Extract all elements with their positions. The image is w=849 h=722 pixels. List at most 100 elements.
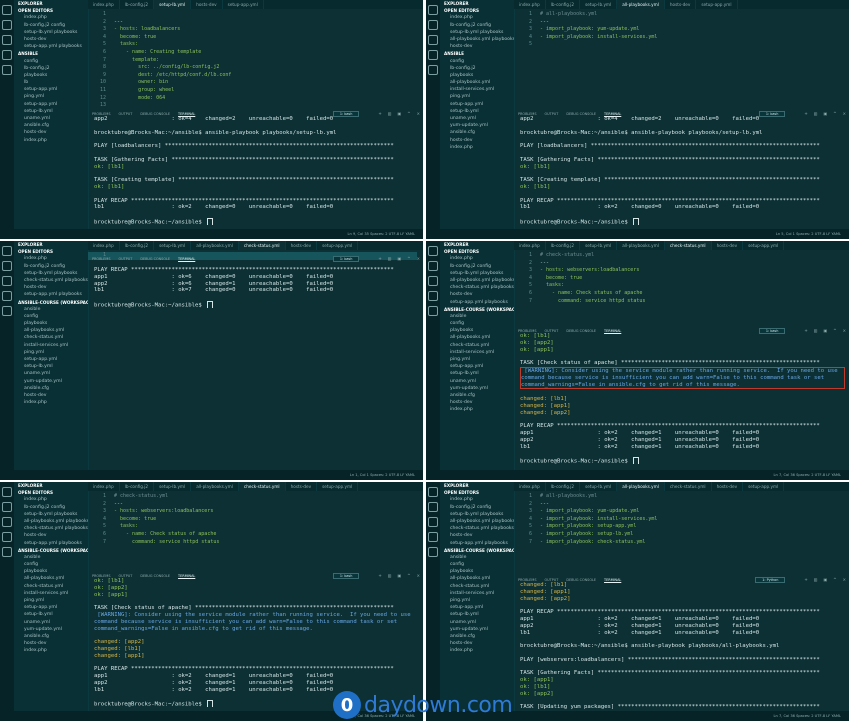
panel-tab-problems[interactable]: PROBLEMS bbox=[514, 578, 541, 582]
sidebar-file-item[interactable]: uname.yml bbox=[440, 619, 514, 626]
sidebar-file-item[interactable]: index.php bbox=[440, 496, 514, 503]
editor-tab[interactable]: setup-lb.yml bbox=[580, 241, 618, 250]
sidebar-file-item[interactable]: playbooks bbox=[14, 320, 88, 327]
files-icon[interactable] bbox=[428, 5, 438, 15]
editor-tab[interactable]: setup-app.yml bbox=[317, 482, 359, 491]
extensions-icon[interactable] bbox=[428, 547, 438, 557]
sidebar-file-item[interactable]: ansible bbox=[440, 313, 514, 320]
terminal-output[interactable]: ok: [lb1] ok: [app2] ok: [app1] TASK [Check… bbox=[520, 333, 845, 465]
sidebar-file-item[interactable]: all-playbooks.yml playbooks bbox=[440, 518, 514, 525]
sidebar-file-item[interactable]: check-status.yml playbooks bbox=[440, 525, 514, 532]
terminal-output[interactable]: PLAY RECAP *****************************… bbox=[94, 267, 419, 308]
sidebar-file-item[interactable]: check-status.yml bbox=[440, 583, 514, 590]
panel-tab-problems[interactable]: PROBLEMS bbox=[514, 112, 541, 116]
editor-tab[interactable]: all-playbooks.yml bbox=[617, 482, 665, 491]
editor-tab[interactable]: check-status.yml bbox=[238, 241, 286, 250]
sidebar-file-item[interactable]: all-playbooks.yml bbox=[440, 575, 514, 582]
sidebar-file-item[interactable]: hosts-dev bbox=[440, 640, 514, 647]
sidebar-file-item[interactable]: ansible.cfg bbox=[14, 385, 88, 392]
sidebar-file-item[interactable]: lb bbox=[14, 79, 88, 86]
sidebar-file-item[interactable]: setup-lb.yml playbooks bbox=[440, 29, 514, 36]
panel-tab-debug-console[interactable]: DEBUG CONSOLE bbox=[562, 112, 600, 116]
sidebar-file-item[interactable]: playbooks bbox=[440, 568, 514, 575]
sidebar-file-item[interactable]: setup-app.yml bbox=[14, 356, 88, 363]
sidebar-file-item[interactable]: index.php bbox=[14, 399, 88, 406]
sidebar-file-item[interactable]: check-status.yml bbox=[440, 342, 514, 349]
editor-tab[interactable]: setup-app.yml bbox=[743, 241, 785, 250]
sidebar-file-item[interactable]: index.php bbox=[14, 14, 88, 21]
sidebar-file-item[interactable]: index.php bbox=[14, 647, 88, 654]
sidebar-file-item[interactable]: setup-app.yml bbox=[440, 101, 514, 108]
panel-tab-terminal[interactable]: TERMINAL bbox=[600, 578, 625, 582]
sidebar-file-item[interactable]: setup-app.yml playbooks bbox=[14, 291, 88, 298]
sidebar-file-item[interactable]: setup-app.yml bbox=[14, 101, 88, 108]
sidebar-file-item[interactable]: index.php bbox=[440, 144, 514, 151]
sidebar-file-item[interactable]: install-services.yml bbox=[14, 590, 88, 597]
sidebar-file-item[interactable]: config bbox=[440, 561, 514, 568]
panel-tab-terminal[interactable]: TERMINAL bbox=[174, 257, 199, 261]
sidebar-file-item[interactable]: install-services.yml bbox=[440, 349, 514, 356]
sidebar-file-item[interactable]: ansible.cfg bbox=[440, 129, 514, 136]
sidebar-file-item[interactable]: hosts-dev bbox=[14, 392, 88, 399]
sidebar-file-item[interactable]: config bbox=[440, 320, 514, 327]
editor-tab[interactable]: index.php bbox=[88, 0, 120, 9]
terminal-output[interactable]: app2 : ok=4 changed=2 unreachable=0 fail… bbox=[520, 116, 845, 225]
sidebar-file-item[interactable]: hosts-dev bbox=[440, 532, 514, 539]
panel-tab-problems[interactable]: PROBLEMS bbox=[88, 112, 115, 116]
sidebar-file-item[interactable]: all-playbooks.yml bbox=[14, 575, 88, 582]
sidebar-file-item[interactable]: ping.yml bbox=[440, 597, 514, 604]
editor-tab[interactable]: lb-config.j2 bbox=[546, 0, 581, 9]
editor-tab[interactable]: hosts-dev bbox=[286, 482, 318, 491]
sidebar-file-item[interactable]: ansible.cfg bbox=[14, 633, 88, 640]
editor-tab[interactable]: hosts-dev bbox=[712, 482, 744, 491]
panel-tab-problems[interactable]: PROBLEMS bbox=[514, 329, 541, 333]
debug-icon[interactable] bbox=[2, 50, 12, 60]
files-icon[interactable] bbox=[2, 5, 12, 15]
terminal-output[interactable]: changed: [lb1] changed: [app1] changed: [a… bbox=[520, 582, 845, 711]
panel-tab-output[interactable]: OUTPUT bbox=[541, 112, 563, 116]
extensions-icon[interactable] bbox=[2, 306, 12, 316]
sidebar-file-item[interactable]: index.php bbox=[14, 496, 88, 503]
files-icon[interactable] bbox=[428, 246, 438, 256]
code-editor[interactable]: 1 2 --- 3- hosts: loadbalancers 4 become: tr… bbox=[88, 11, 417, 110]
sidebar-file-item[interactable]: setup-app.yml playbooks bbox=[14, 43, 88, 50]
sidebar-file-item[interactable]: setup-lb.yml playbooks bbox=[14, 511, 88, 518]
sidebar-file-item[interactable]: index.php bbox=[440, 255, 514, 262]
code-editor[interactable]: 1 # check-status.yml 2 --- 3 - hosts: webserv… bbox=[88, 493, 417, 546]
sidebar-file-item[interactable]: ping.yml bbox=[14, 93, 88, 100]
search-icon[interactable] bbox=[2, 20, 12, 30]
editor-tab[interactable]: setup-lb.yml bbox=[154, 241, 192, 250]
panel-tab-output[interactable]: OUTPUT bbox=[115, 112, 137, 116]
sidebar-file-item[interactable]: hosts-dev bbox=[14, 36, 88, 43]
sidebar-file-item[interactable]: config bbox=[14, 58, 88, 65]
editor-tab[interactable]: check-status.yml bbox=[238, 482, 286, 491]
sidebar-file-item[interactable]: ansible bbox=[14, 306, 88, 313]
panel-tab-problems[interactable]: PROBLEMS bbox=[88, 257, 115, 261]
editor-tab[interactable]: hosts-dev bbox=[665, 0, 697, 9]
sidebar-file-item[interactable]: hosts-dev bbox=[440, 291, 514, 298]
sidebar-file-item[interactable]: yum-update.yml bbox=[440, 385, 514, 392]
editor-tab[interactable]: setup-lb.yml bbox=[154, 482, 192, 491]
debug-icon[interactable] bbox=[428, 50, 438, 60]
sidebar-file-item[interactable]: all-playbooks.yml bbox=[440, 79, 514, 86]
panel-tab-problems[interactable]: PROBLEMS bbox=[88, 574, 115, 578]
source-control-icon[interactable] bbox=[428, 276, 438, 286]
sidebar-file-item[interactable]: setup-app.yml bbox=[14, 86, 88, 93]
sidebar-file-item[interactable]: setup-lb.yml bbox=[440, 108, 514, 115]
sidebar-file-item[interactable]: lb-config.j2 config bbox=[14, 504, 88, 511]
search-icon[interactable] bbox=[2, 261, 12, 271]
sidebar-file-item[interactable]: index.php bbox=[440, 14, 514, 21]
sidebar-file-item[interactable]: hosts-dev bbox=[14, 129, 88, 136]
sidebar-file-item[interactable]: setup-lb.yml playbooks bbox=[440, 270, 514, 277]
sidebar-file-item[interactable]: ping.yml bbox=[14, 597, 88, 604]
editor-tab[interactable]: all-playbooks.yml bbox=[191, 241, 239, 250]
editor-tab[interactable]: all-playbooks.yml bbox=[191, 482, 239, 491]
panel-tab-debug-console[interactable]: DEBUG CONSOLE bbox=[136, 112, 174, 116]
sidebar-file-item[interactable]: setup-lb.yml bbox=[440, 611, 514, 618]
sidebar-file-item[interactable]: ping.yml bbox=[14, 349, 88, 356]
editor-tab[interactable]: lb-config.j2 bbox=[120, 482, 155, 491]
sidebar-file-item[interactable]: config bbox=[440, 58, 514, 65]
sidebar-file-item[interactable]: all-playbooks.yml playbooks bbox=[440, 277, 514, 284]
editor-tab[interactable]: index.php bbox=[514, 0, 546, 9]
sidebar-file-item[interactable]: yum-update.yml bbox=[14, 378, 88, 385]
